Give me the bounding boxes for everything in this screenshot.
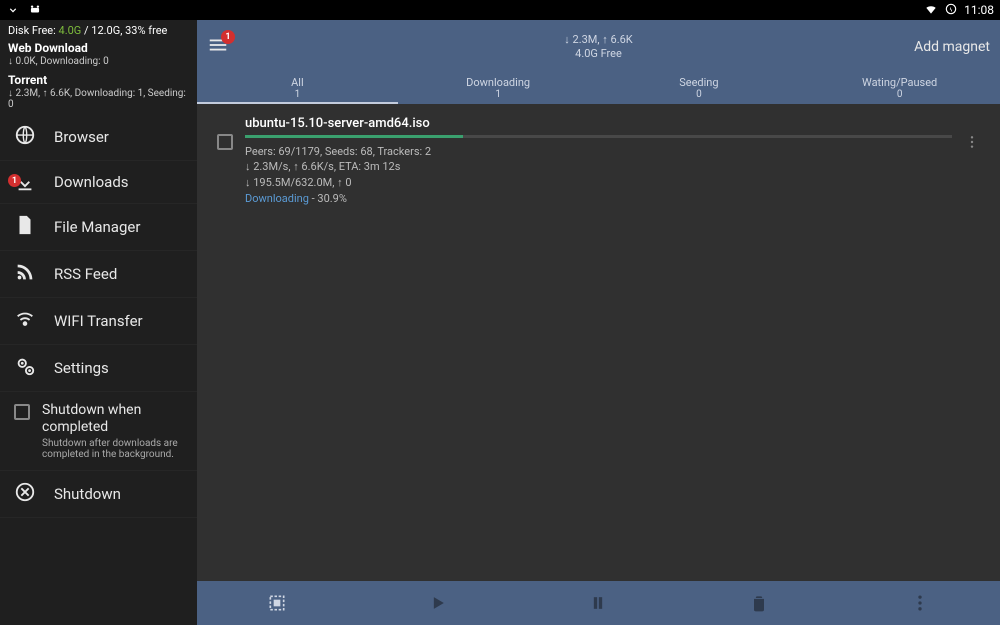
gear-icon <box>14 355 36 381</box>
torrent-status: Downloading - 30.9% <box>245 192 952 205</box>
app-indicator-icon <box>28 1 42 20</box>
wifi-icon <box>924 2 938 19</box>
globe-icon <box>14 124 36 150</box>
menu-button[interactable]: 1 <box>207 34 229 60</box>
top-bar: 1 ↓ 2.3M, ↑ 6.6K 4.0G Free Add magnet <box>197 20 1000 74</box>
tab-downloading[interactable]: Downloading 1 <box>398 74 599 104</box>
torrent-checkbox[interactable] <box>217 134 233 150</box>
torrent-more-button[interactable] <box>964 134 980 154</box>
more-button[interactable] <box>839 581 1000 625</box>
tabs: All 1 Downloading 1 Seeding 0 Wating/Pau… <box>197 74 1000 104</box>
battery-icon <box>944 2 958 19</box>
shutdown-checkbox[interactable] <box>14 404 30 420</box>
tab-waiting-paused[interactable]: Wating/Paused 0 <box>799 74 1000 104</box>
shutdown-when-completed-option[interactable]: Shutdown when completed Shutdown after d… <box>0 392 197 471</box>
play-button[interactable] <box>358 581 519 625</box>
web-download-section[interactable]: Web Download ↓ 0.0K, Downloading: 0 <box>0 39 197 71</box>
top-status-text: ↓ 2.3M, ↑ 6.6K 4.0G Free <box>564 33 632 62</box>
close-circle-icon <box>14 481 36 507</box>
bottom-toolbar <box>197 581 1000 625</box>
delete-button[interactable] <box>679 581 840 625</box>
torrent-item[interactable]: ubuntu-15.10-server-amd64.iso Peers: 69/… <box>217 116 980 205</box>
tab-seeding[interactable]: Seeding 0 <box>599 74 800 104</box>
sidebar-item-downloads[interactable]: 1 Downloads <box>0 161 197 204</box>
torrent-list: ubuntu-15.10-server-amd64.iso Peers: 69/… <box>197 104 1000 581</box>
file-icon <box>14 214 36 240</box>
tab-all[interactable]: All 1 <box>197 74 398 104</box>
sidebar-item-file-manager[interactable]: File Manager <box>0 204 197 251</box>
wifi-transfer-icon <box>14 308 36 334</box>
sidebar: Disk Free: 4.0G / 12.0G, 33% free Web Do… <box>0 20 197 625</box>
android-status-bar: 11:08 <box>0 0 1000 20</box>
rss-icon <box>14 261 36 287</box>
torrent-stats: Peers: 69/1179, Seeds: 68, Trackers: 2 ↓… <box>245 144 952 190</box>
download-indicator-icon <box>6 1 20 20</box>
sidebar-item-shutdown[interactable]: Shutdown <box>0 471 197 518</box>
disk-free-status: Disk Free: 4.0G / 12.0G, 33% free <box>0 20 197 39</box>
downloads-badge: 1 <box>8 174 21 187</box>
torrent-name: ubuntu-15.10-server-amd64.iso <box>245 116 952 135</box>
add-magnet-button[interactable]: Add magnet <box>914 39 990 55</box>
sidebar-item-browser[interactable]: Browser <box>0 114 197 161</box>
menu-badge: 1 <box>221 30 235 44</box>
pause-button[interactable] <box>518 581 679 625</box>
sidebar-item-rss[interactable]: RSS Feed <box>0 251 197 298</box>
torrent-section[interactable]: Torrent ↓ 2.3M, ↑ 6.6K, Downloading: 1, … <box>0 71 197 114</box>
sidebar-item-wifi-transfer[interactable]: WIFI Transfer <box>0 298 197 345</box>
clock-time: 11:08 <box>964 3 994 17</box>
sidebar-item-settings[interactable]: Settings <box>0 345 197 392</box>
select-all-button[interactable] <box>197 581 358 625</box>
torrent-progress-bar <box>245 135 952 138</box>
